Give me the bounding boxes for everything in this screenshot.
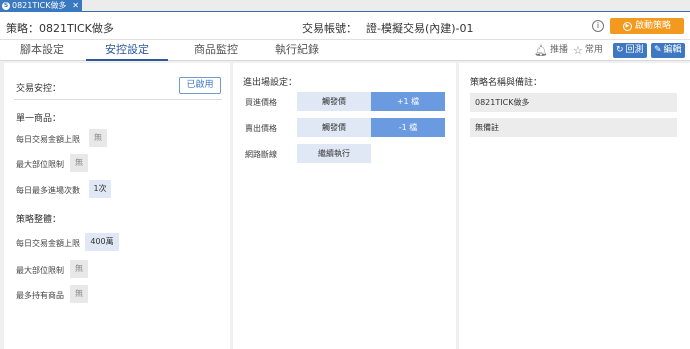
enabled-button[interactable]: 已啟用 <box>179 77 221 94</box>
buy-trigger-price[interactable]: 觸發價 <box>297 92 371 111</box>
backtest-icon: ↻ <box>616 45 624 55</box>
entry-exit-panel: 進出場設定： 買進價格 觸發價 +1 檔 賣出價格 觸發價 -1 檔 網路斷線 … <box>233 63 456 349</box>
notes-title: 策略名稱與備註： <box>470 78 543 88</box>
window-tab-bar: S 0821TICK做多 ✕ <box>0 0 690 12</box>
overall-max-position-label: 最大部位限制 <box>16 266 64 275</box>
buy-price-label: 買進價格 <box>245 98 277 107</box>
edit-button[interactable]: ✎ 編輯 <box>651 43 685 58</box>
overall-daily-amount-value: 400萬 <box>85 233 119 251</box>
sell-tick-offset[interactable]: -1 檔 <box>371 118 445 137</box>
risk-control-title: 交易安控： <box>16 84 62 94</box>
single-max-entries-value: 1次 <box>89 180 111 198</box>
sell-price-label: 賣出價格 <box>245 124 277 133</box>
strategy-header: 策略：0821TICK做多 交易帳號： 證-模擬交易(內建)-01 i ▶ 啟動… <box>0 12 690 40</box>
bell-icon: 🔔︎ <box>534 44 548 57</box>
overall-max-holdings-value: 無 <box>70 285 88 303</box>
single-max-entries-label: 每日最多進場次數 <box>16 186 80 195</box>
single-max-position-value: 無 <box>70 154 88 172</box>
overall-daily-amount-label: 每日交易金額上限 <box>16 239 80 248</box>
app-icon: S <box>2 2 10 10</box>
star-icon: ☆ <box>573 44 583 57</box>
single-max-position-label: 最大部位限制 <box>16 160 64 169</box>
tab-product-monitor[interactable]: 商品監控 <box>178 40 254 61</box>
account-label: 交易帳號： <box>302 22 357 35</box>
tab-execution-log[interactable]: 執行紀錄 <box>262 40 332 61</box>
single-daily-amount-label: 每日交易金額上限 <box>16 135 80 144</box>
tabs-row: 腳本設定 安控設定 商品監控 執行紀錄 🔔︎ 推播 ☆ 常用 ↻ 回測 ✎ 編輯 <box>0 40 690 61</box>
strategy-name-field[interactable]: 0821TICK做多 <box>470 93 677 112</box>
tab-risk-control[interactable]: 安控設定 <box>86 40 168 61</box>
network-disconnect-value[interactable]: 繼續執行 <box>297 144 371 163</box>
pencil-icon: ✎ <box>654 45 662 55</box>
divider <box>14 99 222 100</box>
start-strategy-label: 啟動策略 <box>634 21 671 31</box>
overall-strategy-title: 策略整體： <box>16 215 62 225</box>
overall-max-holdings-label: 最多持有商品 <box>16 291 64 300</box>
sell-trigger-price[interactable]: 觸發價 <box>297 118 371 137</box>
window-tab-title: 0821TICK做多 <box>12 1 67 10</box>
network-disconnect-label: 網路斷線 <box>245 150 277 159</box>
overall-max-position-value: 無 <box>70 260 88 278</box>
buy-tick-offset[interactable]: +1 檔 <box>371 92 445 111</box>
backtest-label: 回測 <box>625 45 644 55</box>
account-value: 證-模擬交易(內建)-01 <box>366 22 474 35</box>
close-icon[interactable]: ✕ <box>72 0 79 12</box>
tab-script-settings[interactable]: 腳本設定 <box>8 40 76 61</box>
notes-panel: 策略名稱與備註： 0821TICK做多 無備註 <box>459 63 690 349</box>
info-icon[interactable]: i <box>592 20 604 32</box>
push-button[interactable]: 🔔︎ 推播 <box>534 43 568 58</box>
backtest-button[interactable]: ↻ 回測 <box>613 43 647 58</box>
favorite-label: 常用 <box>584 45 603 55</box>
start-strategy-button[interactable]: ▶ 啟動策略 <box>610 18 684 34</box>
risk-control-panel: 交易安控： 已啟用 單一商品： 每日交易金額上限 無 最大部位限制 無 每日最多… <box>4 63 230 349</box>
window-tab[interactable]: S 0821TICK做多 ✕ <box>0 0 82 12</box>
edit-label: 編輯 <box>663 45 682 55</box>
push-label: 推播 <box>549 45 568 55</box>
strategy-title: 策略：0821TICK做多 <box>6 22 114 35</box>
entry-exit-title: 進出場設定： <box>243 78 298 88</box>
strategy-remark-field[interactable]: 無備註 <box>470 118 677 137</box>
single-daily-amount-value: 無 <box>89 129 107 147</box>
single-product-title: 單一商品： <box>16 114 62 124</box>
play-icon: ▶ <box>622 21 632 31</box>
favorite-button[interactable]: ☆ 常用 <box>573 43 603 58</box>
